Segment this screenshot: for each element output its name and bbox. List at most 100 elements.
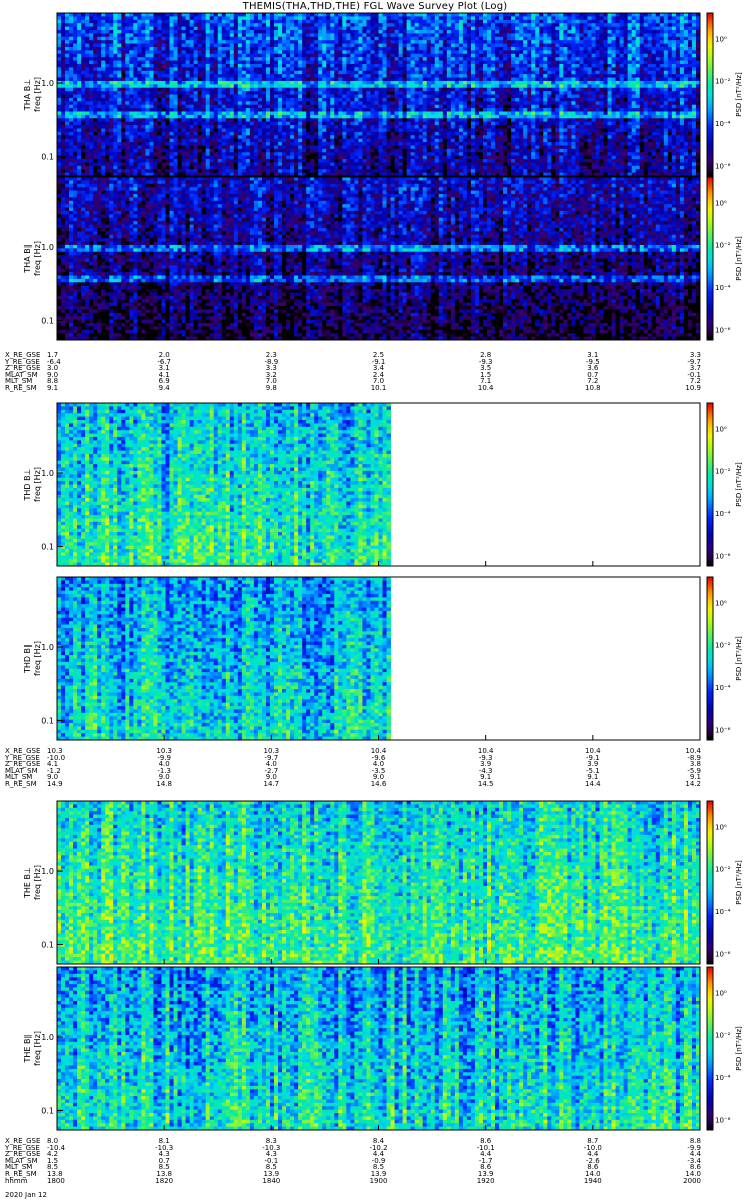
spectrogram-cell xyxy=(230,132,234,136)
spectrogram-cell xyxy=(170,139,174,143)
spectrogram-cell xyxy=(210,115,214,119)
spectrogram-cell xyxy=(97,61,101,65)
spectrogram-cell xyxy=(250,166,254,170)
spectrogram-cell xyxy=(141,27,145,31)
spectrogram-cell xyxy=(266,50,270,54)
spectrogram-cell xyxy=(109,101,113,105)
spectrogram-cell xyxy=(69,81,73,85)
spectrogram-cell xyxy=(97,40,101,44)
spectrogram-cell xyxy=(157,135,161,139)
spectrogram-cell xyxy=(137,95,141,99)
spectrogram-cell xyxy=(161,27,165,31)
spectrogram-cell xyxy=(57,142,61,146)
spectrogram-cell xyxy=(198,149,202,153)
spectrogram-cell xyxy=(65,61,69,65)
spectrogram-cell xyxy=(129,152,133,156)
spectrogram-cell xyxy=(254,135,258,139)
spectrogram-cell xyxy=(129,128,133,132)
spectrogram-cell xyxy=(121,105,125,109)
spectrogram-cell xyxy=(105,30,109,34)
spectrogram-cell xyxy=(81,142,85,146)
spectrogram-cell xyxy=(190,91,194,95)
spectrogram-cell xyxy=(81,78,85,82)
spectrogram-cell xyxy=(174,71,178,75)
spectrogram-cell xyxy=(226,145,230,149)
spectrogram-cell xyxy=(254,166,258,170)
spectrogram-cell xyxy=(258,33,262,37)
spectrogram-cell xyxy=(206,139,210,143)
spectrogram-cell xyxy=(262,37,266,41)
spectrogram-cell xyxy=(65,23,69,27)
spectrogram-cell xyxy=(262,166,266,170)
spectrogram-cell xyxy=(89,30,93,34)
spectrogram-cell xyxy=(254,16,258,20)
spectrogram-cell xyxy=(230,156,234,160)
spectrogram-cell xyxy=(149,13,153,17)
spectrogram-cell xyxy=(250,16,254,20)
spectrogram-cell xyxy=(190,139,194,143)
spectrogram-cell xyxy=(282,57,286,61)
spectrogram-cell xyxy=(65,20,69,24)
spectrogram-cell xyxy=(234,98,238,102)
spectrogram-cell xyxy=(210,139,214,143)
spectrogram-cell xyxy=(226,44,230,48)
spectrogram-cell xyxy=(186,88,190,92)
spectrogram-cell xyxy=(274,37,278,41)
spectrogram-cell xyxy=(174,61,178,65)
spectrogram-cell xyxy=(270,139,274,143)
spectrogram-cell xyxy=(117,152,121,156)
spectrogram-cell xyxy=(282,13,286,17)
spectrogram-cell xyxy=(186,95,190,99)
spectrogram-cell xyxy=(81,61,85,65)
spectrogram-cell xyxy=(238,16,242,20)
spectrogram-cell xyxy=(202,152,206,156)
spectrogram-cell xyxy=(202,115,206,119)
spectrogram-cell xyxy=(258,71,262,75)
spectrogram-cell xyxy=(190,166,194,170)
spectrogram-cell xyxy=(161,111,165,115)
spectrogram-cell xyxy=(117,142,121,146)
spectrogram-cell xyxy=(153,50,157,54)
spectrogram-cell xyxy=(73,145,77,149)
spectrogram-cell xyxy=(262,111,266,115)
spectrogram-cell xyxy=(186,105,190,109)
spectrogram-cell xyxy=(178,88,182,92)
spectrogram-cell xyxy=(274,64,278,68)
spectrogram-cell xyxy=(81,145,85,149)
spectrogram-cell xyxy=(166,20,170,24)
spectrogram-cell xyxy=(178,95,182,99)
spectrogram-cell xyxy=(230,169,234,173)
spectrogram-cell xyxy=(97,54,101,58)
spectrogram-cell xyxy=(65,115,69,119)
spectrogram-cell xyxy=(226,156,230,160)
spectrogram-cell xyxy=(97,20,101,24)
spectrogram-cell xyxy=(125,108,129,112)
spectrogram-cell xyxy=(278,40,282,44)
spectrogram-cell xyxy=(218,132,222,136)
spectrogram-cell xyxy=(194,118,198,122)
spectrogram-cell xyxy=(210,71,214,75)
spectrogram-cell xyxy=(266,23,270,27)
spectrogram-cell xyxy=(129,135,133,139)
spectrogram-cell xyxy=(202,61,206,65)
spectrogram-cell xyxy=(161,166,165,170)
spectrogram-cell xyxy=(258,81,262,85)
spectrogram-cell xyxy=(182,78,186,82)
spectrogram-cell xyxy=(97,78,101,82)
spectrogram-cell xyxy=(234,95,238,99)
spectrogram-cell xyxy=(266,105,270,109)
spectrogram-cell xyxy=(133,20,137,24)
spectrogram-cell xyxy=(161,98,165,102)
spectrogram-cell xyxy=(246,98,250,102)
spectrogram-cell xyxy=(81,33,85,37)
spectrogram-cell xyxy=(81,135,85,139)
spectrogram-cell xyxy=(69,105,73,109)
spectrogram-cell xyxy=(93,71,97,75)
spectrogram-cell xyxy=(153,156,157,160)
spectrogram-cell xyxy=(178,50,182,54)
spectrogram-cell xyxy=(101,37,105,41)
spectrogram-cell xyxy=(85,37,89,41)
spectrogram-cell xyxy=(101,166,105,170)
spectrogram-cell xyxy=(166,108,170,112)
spectrogram-cell xyxy=(153,44,157,48)
